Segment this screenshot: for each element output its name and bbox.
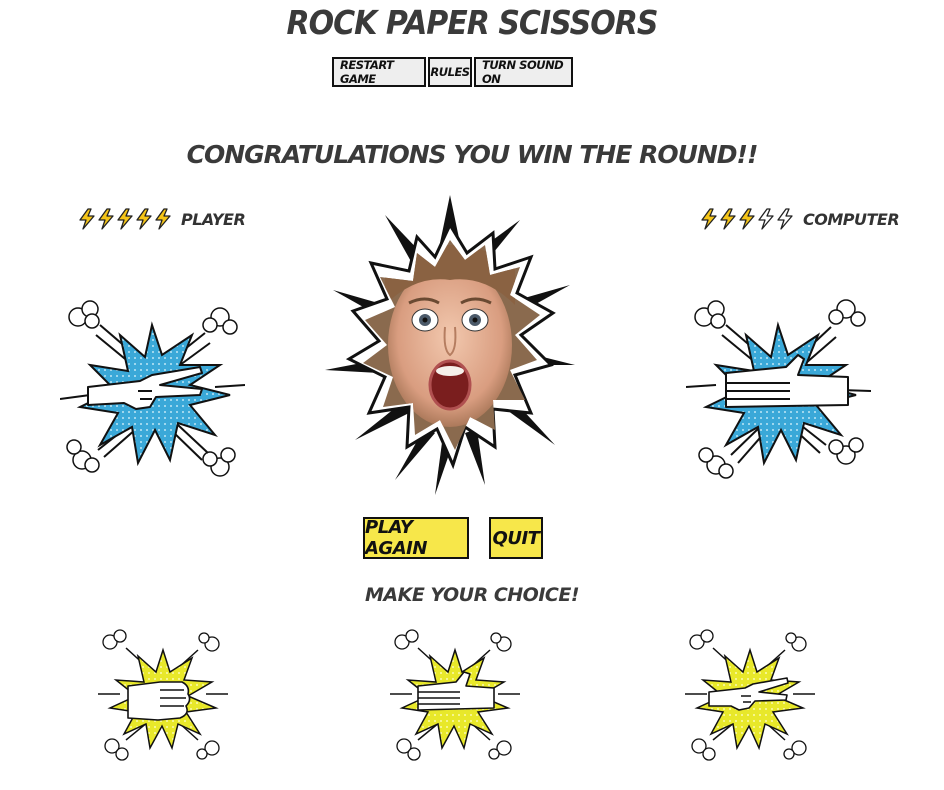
- computer-lightning-bolts: [700, 208, 795, 230]
- scissors-icon: [685, 629, 815, 761]
- choice-prompt: MAKE YOUR CHOICE!: [365, 584, 580, 606]
- lightning-bolt-full-icon: [720, 208, 736, 230]
- lightning-bolt-full-icon: [117, 208, 133, 230]
- rock-icon: [98, 629, 228, 761]
- round-actions: PLAY AGAIN QUIT: [363, 517, 543, 559]
- round-result-message: CONGRATULATIONS YOU WIN THE ROUND!!: [186, 140, 759, 169]
- lightning-bolt-full-icon: [79, 208, 95, 230]
- choice-rock-button[interactable]: [98, 628, 228, 763]
- computer-paper-icon: [685, 299, 872, 479]
- player-hand-burst: [59, 295, 246, 485]
- sound-toggle-button[interactable]: TURN SOUND ON: [474, 57, 573, 87]
- lightning-bolt-empty-icon: [758, 208, 774, 230]
- lightning-bolt-full-icon: [739, 208, 755, 230]
- player-label: PLAYER: [181, 209, 246, 229]
- quit-button[interactable]: QUIT: [489, 517, 543, 559]
- top-menu: RESTART GAME RULES TURN SOUND ON: [332, 57, 575, 87]
- rules-button[interactable]: RULES: [428, 57, 472, 87]
- lightning-bolt-full-icon: [701, 208, 717, 230]
- lightning-bolt-empty-icon: [777, 208, 793, 230]
- player-lives: PLAYER: [78, 208, 246, 230]
- surprised-face-icon: [325, 195, 575, 495]
- computer-lives: COMPUTER: [700, 208, 900, 230]
- reaction-face: [325, 195, 575, 500]
- lightning-bolt-full-icon: [155, 208, 171, 230]
- play-again-button[interactable]: PLAY AGAIN: [363, 517, 469, 559]
- choice-scissors-button[interactable]: [685, 628, 815, 763]
- choice-paper-button[interactable]: [390, 628, 520, 763]
- lightning-bolt-full-icon: [98, 208, 114, 230]
- computer-hand-burst: [685, 295, 872, 485]
- player-scissors-icon: [59, 300, 246, 477]
- paper-icon: [390, 629, 520, 761]
- restart-game-button[interactable]: RESTART GAME: [332, 57, 426, 87]
- player-lightning-bolts: [78, 208, 173, 230]
- game-title: ROCK PAPER SCISSORS: [286, 4, 659, 43]
- computer-label: COMPUTER: [803, 209, 900, 229]
- lightning-bolt-full-icon: [136, 208, 152, 230]
